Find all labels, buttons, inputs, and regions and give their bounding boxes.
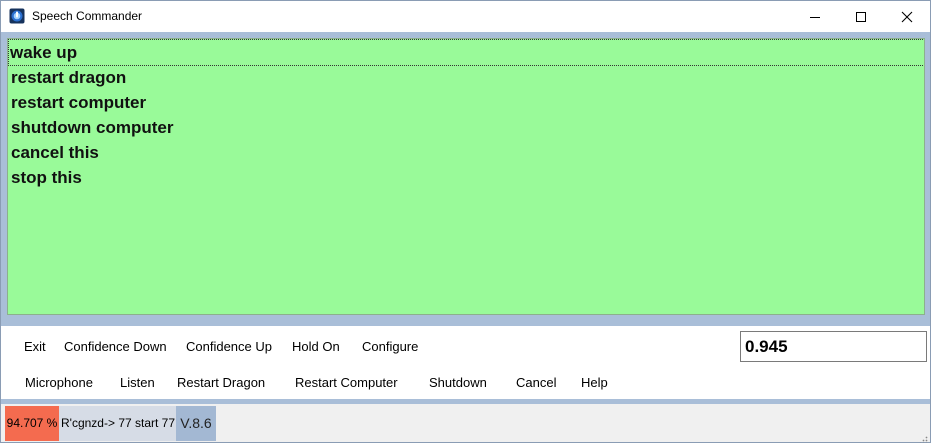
minimize-icon (810, 16, 820, 18)
close-button[interactable] (884, 1, 930, 32)
confidence-down-button[interactable]: Confidence Down (64, 339, 167, 354)
help-button[interactable]: Help (581, 375, 608, 390)
button-panel: Exit Confidence Down Confidence Up Hold … (1, 326, 930, 399)
command-list[interactable]: wake up restart dragon restart computer … (7, 38, 925, 315)
minimize-button[interactable] (792, 1, 838, 32)
window-title: Speech Commander (32, 9, 143, 23)
app-speech-icon (9, 8, 25, 24)
maximize-button[interactable] (838, 1, 884, 32)
command-item-restart-dragon[interactable]: restart dragon (10, 65, 126, 90)
command-item-shutdown-computer[interactable]: shutdown computer (10, 115, 173, 140)
command-item-cancel-this[interactable]: cancel this (10, 140, 99, 165)
confidence-value-field[interactable]: 0.945 (740, 331, 927, 362)
shutdown-button[interactable]: Shutdown (429, 375, 487, 390)
title-bar[interactable]: Speech Commander (1, 1, 930, 32)
restart-dragon-button[interactable]: Restart Dragon (177, 375, 265, 390)
exit-button[interactable]: Exit (24, 339, 46, 354)
restart-computer-button[interactable]: Restart Computer (295, 375, 398, 390)
resize-grip-icon[interactable] (918, 430, 928, 443)
speech-commander-window: Speech Commander wake up restart dragon … (0, 0, 931, 443)
recognized-status: R'cgnzd-> 77 start 77 (59, 406, 176, 441)
command-item-restart-computer[interactable]: restart computer (10, 90, 146, 115)
status-bar: 94.707 % R'cgnzd-> 77 start 77 V.8.6 (1, 404, 930, 443)
configure-button[interactable]: Configure (362, 339, 418, 354)
command-item-wake-up[interactable]: wake up (8, 39, 924, 66)
close-icon (901, 11, 913, 22)
hold-on-button[interactable]: Hold On (292, 339, 340, 354)
command-item-stop-this[interactable]: stop this (10, 165, 82, 190)
confidence-up-button[interactable]: Confidence Up (186, 339, 272, 354)
maximize-icon (856, 11, 866, 22)
version-status: V.8.6 (176, 406, 216, 441)
cancel-button[interactable]: Cancel (516, 375, 556, 390)
confidence-percent-status: 94.707 % (5, 406, 59, 441)
listen-button[interactable]: Listen (120, 375, 155, 390)
microphone-button[interactable]: Microphone (25, 375, 93, 390)
